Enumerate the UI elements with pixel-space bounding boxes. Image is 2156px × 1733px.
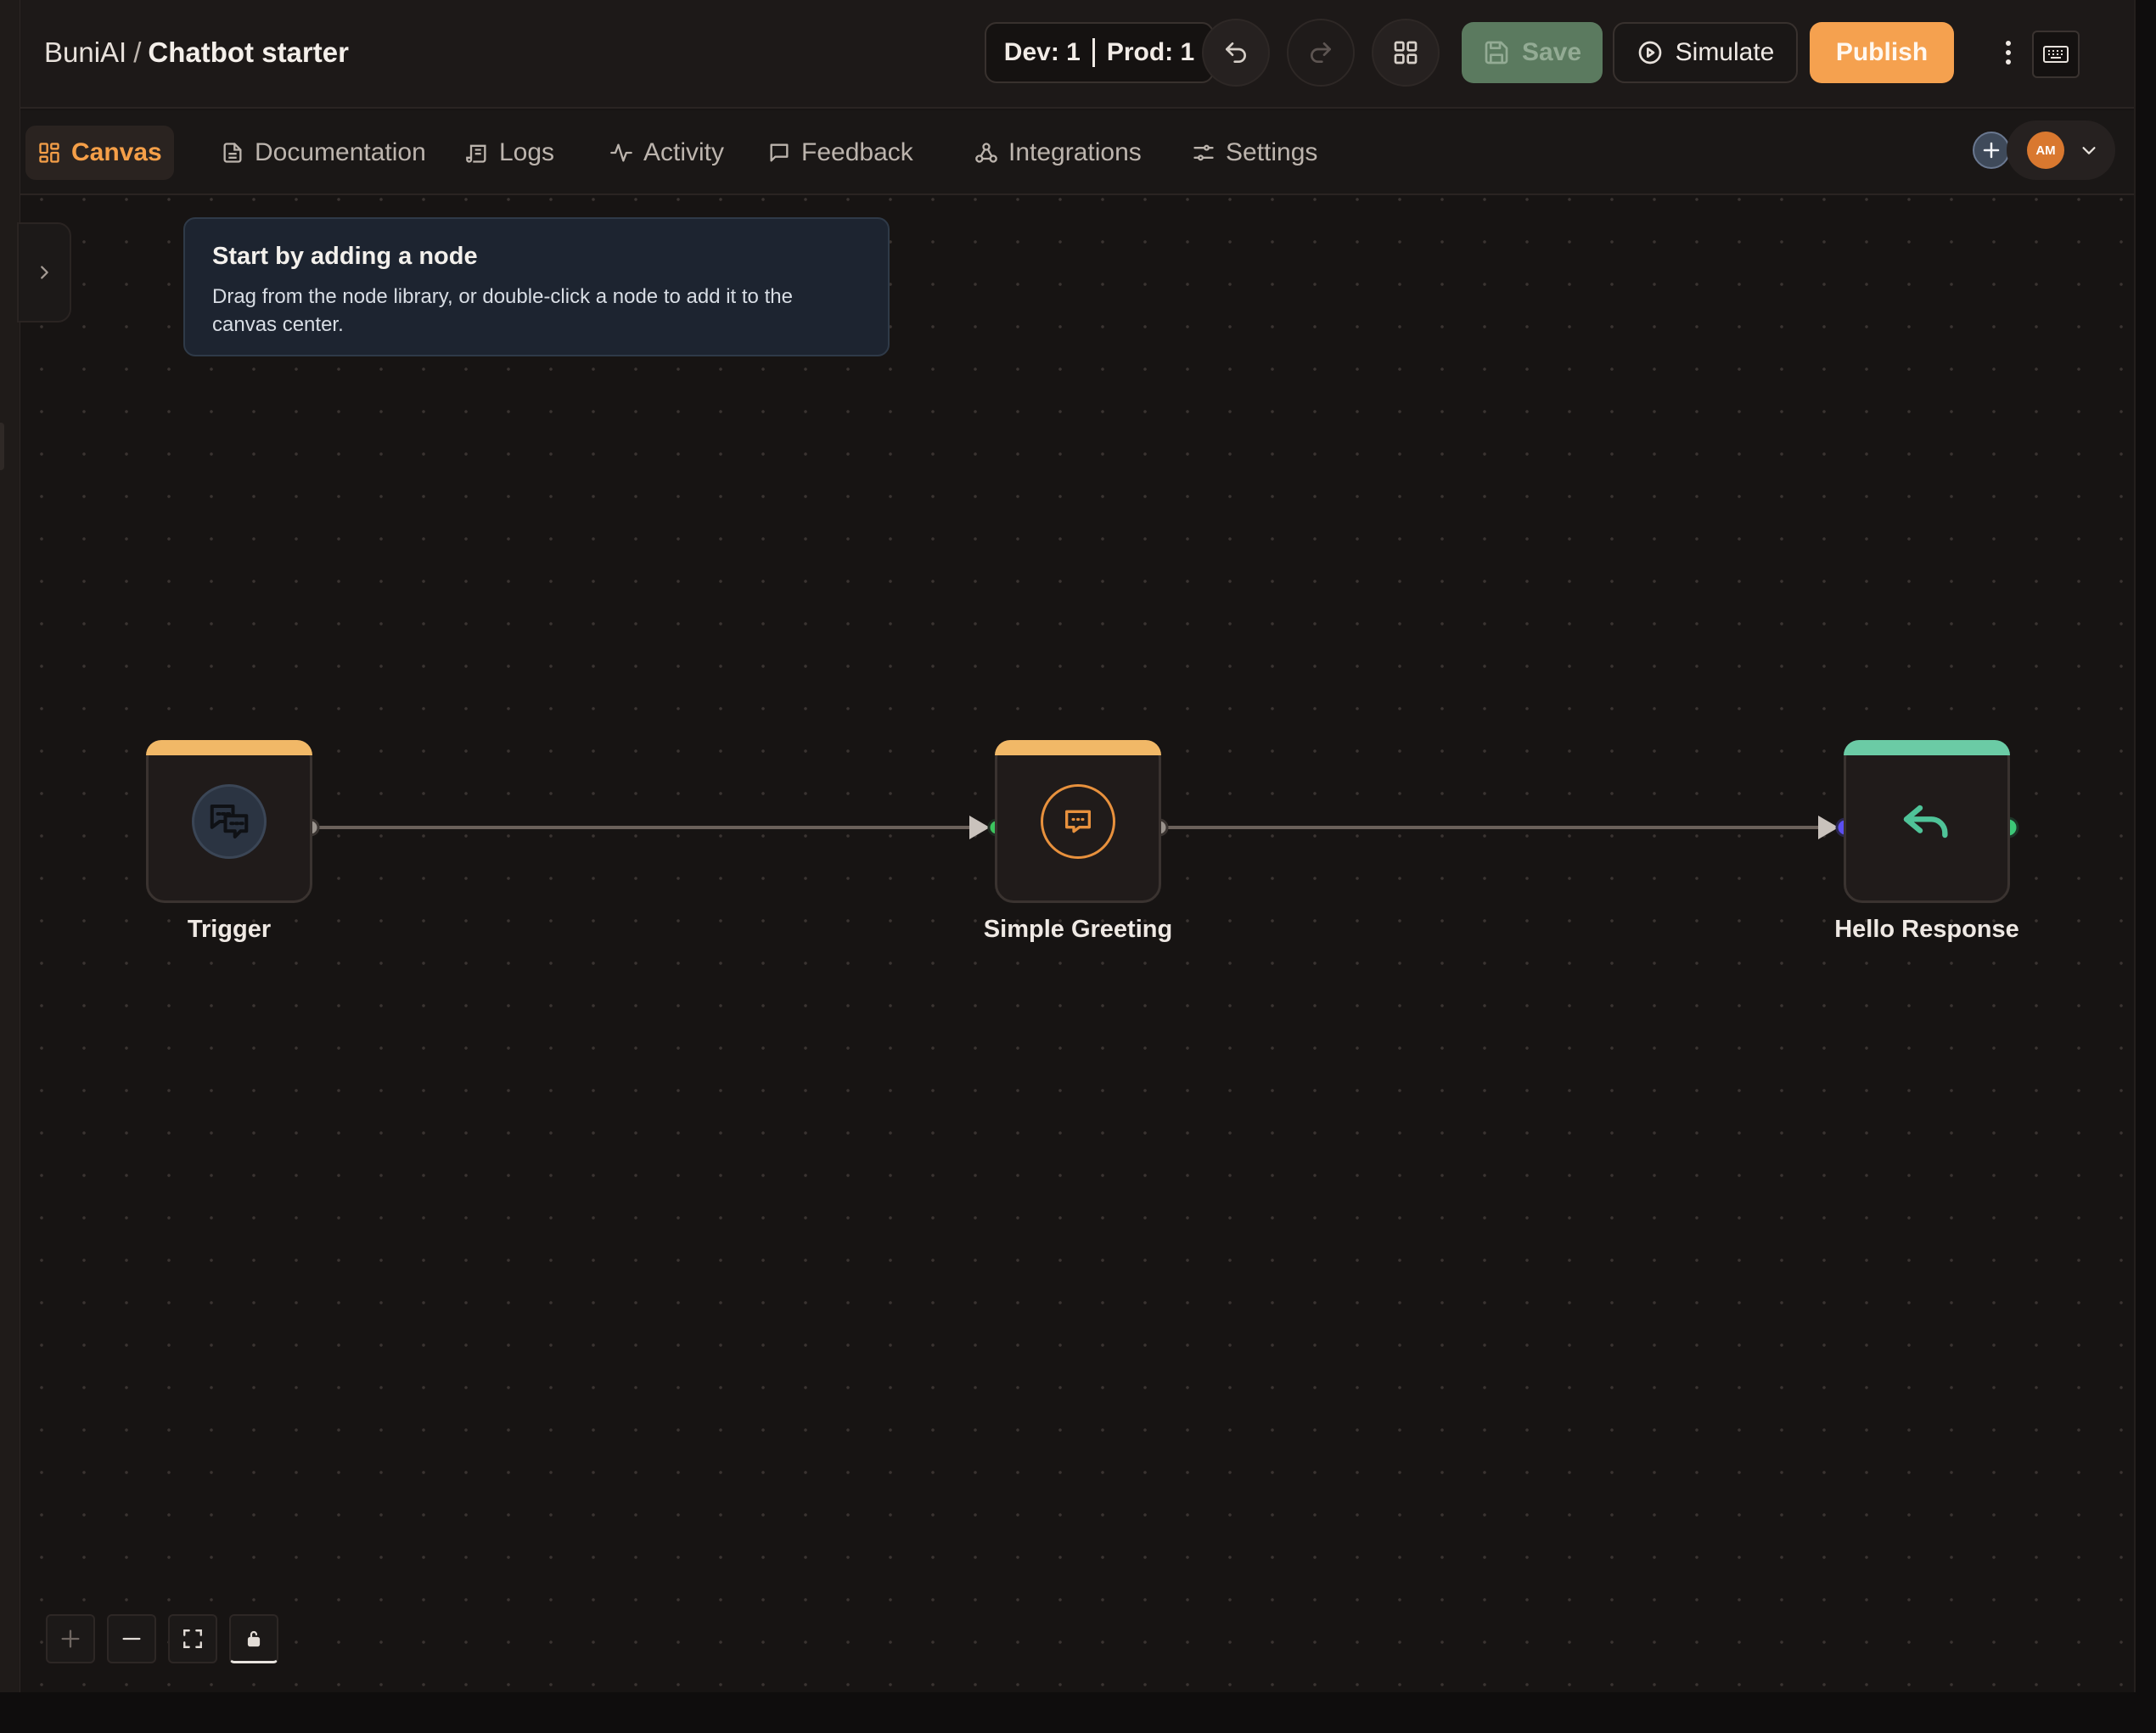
- tab-label: Integrations: [1008, 138, 1142, 166]
- node-hello-response[interactable]: [1844, 740, 2010, 903]
- lock-canvas-button[interactable]: [229, 1614, 278, 1663]
- edge-trigger-to-greeting[interactable]: [311, 816, 990, 839]
- node-label-hello: Hello Response: [1834, 916, 2019, 943]
- tab-feedback[interactable]: Feedback: [755, 126, 925, 180]
- canvas-controls: [46, 1614, 278, 1663]
- tab-label: Logs: [499, 138, 555, 166]
- breadcrumb: BuniAI / Chatbot starter: [44, 34, 349, 71]
- tab-label: Canvas: [71, 138, 162, 166]
- fit-view-icon: [183, 1629, 202, 1648]
- more-vertical-icon: [2006, 41, 2011, 64]
- tab-label: Documentation: [255, 138, 426, 166]
- message-icon: [770, 143, 789, 162]
- version-prod: Prod: 1: [1106, 38, 1195, 66]
- tab-bar: Canvas Documentation Logs Activity Feedb…: [20, 110, 2134, 195]
- arrow-head-icon: [1818, 816, 1839, 839]
- tab-activity[interactable]: Activity: [598, 126, 736, 180]
- document-icon: [223, 143, 242, 163]
- scroll-icon: [466, 144, 486, 163]
- node-label-trigger: Trigger: [187, 916, 272, 943]
- webhook-icon: [975, 143, 997, 163]
- avatar: AM: [2027, 132, 2064, 169]
- top-bar: BuniAI / Chatbot starter Dev: 1 Prod: 1 Sa…: [20, 0, 2134, 109]
- node-simple-greeting[interactable]: [995, 740, 1161, 903]
- publish-label: Publish: [1835, 38, 1929, 66]
- chat-bubbles-icon: [192, 784, 267, 859]
- tab-integrations[interactable]: Integrations: [963, 126, 1154, 180]
- version-dev: Dev: 1: [1003, 38, 1081, 66]
- tab-logs[interactable]: Logs: [453, 126, 566, 180]
- app-window: BuniAI / Chatbot starter Dev: 1 Prod: 1 Sa…: [0, 0, 2136, 1692]
- tab-documentation[interactable]: Documentation: [209, 126, 438, 180]
- user-menu[interactable]: AM: [2007, 121, 2115, 180]
- grid-icon: [1394, 41, 1418, 64]
- plus-icon: [61, 1629, 80, 1648]
- fit-view-button[interactable]: [168, 1614, 217, 1663]
- edge-greeting-to-hello[interactable]: [1159, 816, 1839, 839]
- arrow-head-icon: [969, 816, 990, 839]
- more-menu-button[interactable]: [1991, 22, 2025, 83]
- node-accent-bar: [1844, 740, 2010, 755]
- redo-button[interactable]: [1287, 19, 1355, 87]
- project-name: Chatbot starter: [148, 36, 349, 68]
- tab-settings[interactable]: Settings: [1180, 126, 1329, 180]
- tab-label: Feedback: [801, 138, 913, 166]
- version-divider: [1092, 38, 1095, 67]
- zoom-out-button[interactable]: [107, 1614, 156, 1663]
- node-accent-bar: [146, 740, 312, 755]
- keyboard-shortcuts-button[interactable]: [2032, 31, 2080, 78]
- node-label-greeting: Simple Greeting: [983, 916, 1173, 943]
- zoom-in-button[interactable]: [46, 1614, 95, 1663]
- tab-label: Activity: [643, 138, 725, 166]
- rail-handle[interactable]: [0, 423, 4, 470]
- save-label: Save: [1521, 38, 1582, 66]
- node-trigger[interactable]: [146, 740, 312, 903]
- flow-canvas[interactable]: Start by adding a node Drag from the nod…: [17, 197, 2134, 1692]
- redo-icon: [1311, 42, 1331, 63]
- tab-label: Settings: [1226, 138, 1318, 166]
- node-accent-bar: [995, 740, 1161, 755]
- breadcrumb-org[interactable]: BuniAI: [44, 36, 126, 68]
- sliders-icon: [1193, 144, 1214, 161]
- breadcrumb-separator: /: [133, 36, 142, 68]
- version-selector[interactable]: Dev: 1 Prod: 1: [985, 22, 1214, 83]
- unlock-icon: [247, 1630, 261, 1646]
- add-collaborator-button[interactable]: [1973, 132, 2010, 169]
- save-button[interactable]: Save: [1462, 22, 1603, 83]
- keyboard-icon: [2043, 46, 2069, 63]
- activity-icon: [610, 143, 632, 162]
- simulate-label: Simulate: [1675, 38, 1775, 66]
- chevron-down-icon: [2082, 147, 2096, 154]
- undo-button[interactable]: [1202, 19, 1270, 87]
- undo-icon: [1226, 42, 1246, 63]
- minus-icon: [122, 1637, 141, 1640]
- publish-button[interactable]: Publish: [1810, 22, 1954, 83]
- simulate-button[interactable]: Simulate: [1613, 22, 1798, 83]
- message-dots-icon: [1041, 784, 1115, 859]
- save-icon: [1485, 41, 1508, 64]
- play-circle-icon: [1638, 41, 1661, 64]
- plus-icon: [1983, 142, 2000, 159]
- grid-icon: [39, 143, 59, 163]
- tab-canvas[interactable]: Canvas: [25, 126, 174, 180]
- reply-icon: [1889, 784, 1964, 859]
- layout-button[interactable]: [1372, 19, 1440, 87]
